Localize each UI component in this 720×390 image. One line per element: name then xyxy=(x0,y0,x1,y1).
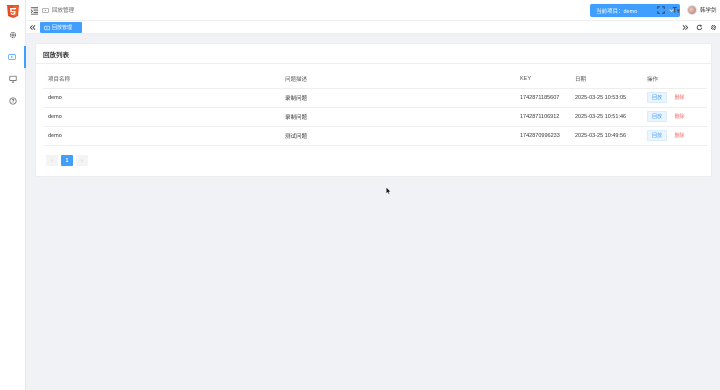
nav-settings[interactable] xyxy=(0,24,26,46)
settings-icon[interactable] xyxy=(710,24,717,31)
html5-logo-icon[interactable] xyxy=(7,5,19,18)
card-title: 回放列表 xyxy=(43,52,69,59)
page-number-button[interactable]: 1 xyxy=(61,155,73,166)
nav-monitor[interactable] xyxy=(0,68,26,90)
prev-page-button[interactable]: ‹ xyxy=(46,155,58,166)
delete-button[interactable]: 删除 xyxy=(675,94,685,101)
help-circle-icon xyxy=(9,97,17,105)
project-selector-label: 当前项目：demo xyxy=(596,8,638,15)
replay-list-card: 回放列表 项目名称 问题描述 KEY 日期 操作 demo 录制问题 17428… xyxy=(35,43,712,177)
top-header: 回放管理 当前项目：demo 韩学剑 xyxy=(26,0,720,21)
fullscreen-icon[interactable] xyxy=(657,6,665,14)
user-menu[interactable]: 韩学剑 xyxy=(687,5,717,15)
replay-button[interactable]: 回放 xyxy=(647,111,668,122)
table-row: demo 录制问题 1742871185607 2025-03-25 10:53… xyxy=(43,88,707,108)
replay-table: 项目名称 问题描述 KEY 日期 操作 demo 录制问题 1742871185… xyxy=(43,71,707,146)
column-header: KEY xyxy=(515,71,570,89)
cell-date: 2025-03-25 10:49:56 xyxy=(570,126,642,146)
table-row: demo 测试问题 1742870996233 2025-03-25 10:49… xyxy=(43,126,707,146)
cell-actions: 回放 删除 xyxy=(642,88,707,108)
column-header: 日期 xyxy=(570,71,642,89)
avatar xyxy=(687,5,697,15)
pagination: ‹ 1 › xyxy=(46,155,88,166)
replay-button[interactable]: 回放 xyxy=(647,92,668,103)
column-header: 项目名称 xyxy=(43,71,280,89)
gear-icon xyxy=(9,31,17,39)
monitor-icon xyxy=(9,75,17,83)
cell-date: 2025-03-25 10:51:46 xyxy=(570,107,642,127)
cell-actions: 回放 删除 xyxy=(642,126,707,146)
column-header: 问题描述 xyxy=(280,71,515,89)
cell-key: 1742871106912 xyxy=(515,107,570,127)
cell-date: 2025-03-25 10:53:05 xyxy=(570,88,642,108)
replay-icon xyxy=(8,54,16,60)
table-header-row: 项目名称 问题描述 KEY 日期 操作 xyxy=(43,71,707,89)
cell-actions: 回放 删除 xyxy=(642,107,707,127)
mouse-cursor-icon xyxy=(386,187,391,195)
table-row: demo 录制问题 1742871106912 2025-03-25 10:51… xyxy=(43,107,707,127)
nav-help[interactable] xyxy=(0,90,26,112)
replay-icon xyxy=(44,25,50,30)
tag-replay-management[interactable]: 回放管理 xyxy=(40,22,82,33)
cell-key: 1742870996233 xyxy=(515,126,570,146)
tag-label: 回放管理 xyxy=(52,25,73,31)
tags-view-bar: 回放管理 xyxy=(26,21,720,34)
divider xyxy=(36,63,711,64)
double-right-icon[interactable] xyxy=(682,24,689,31)
side-rail xyxy=(0,0,26,390)
font-size-icon[interactable] xyxy=(672,6,680,14)
user-name: 韩学剑 xyxy=(700,8,717,14)
nav-replay[interactable] xyxy=(0,46,26,68)
breadcrumb: 回放管理 xyxy=(42,6,74,14)
next-page-button[interactable]: › xyxy=(76,155,88,166)
column-header: 操作 xyxy=(642,71,707,89)
delete-button[interactable]: 删除 xyxy=(675,113,685,120)
replay-icon xyxy=(42,7,49,13)
project-selector-button[interactable]: 当前项目：demo xyxy=(590,4,680,17)
delete-button[interactable]: 删除 xyxy=(675,132,685,139)
cell-project: demo xyxy=(43,107,280,127)
double-left-icon[interactable] xyxy=(29,24,36,31)
cell-desc: 测试问题 xyxy=(280,126,515,146)
menu-fold-icon[interactable] xyxy=(30,6,39,15)
cell-desc: 录制问题 xyxy=(280,88,515,108)
cell-project: demo xyxy=(43,88,280,108)
cell-project: demo xyxy=(43,126,280,146)
replay-button[interactable]: 回放 xyxy=(647,130,668,141)
cell-desc: 录制问题 xyxy=(280,107,515,127)
breadcrumb-label[interactable]: 回放管理 xyxy=(52,6,74,14)
cell-key: 1742871185607 xyxy=(515,88,570,108)
refresh-icon[interactable] xyxy=(696,24,703,31)
